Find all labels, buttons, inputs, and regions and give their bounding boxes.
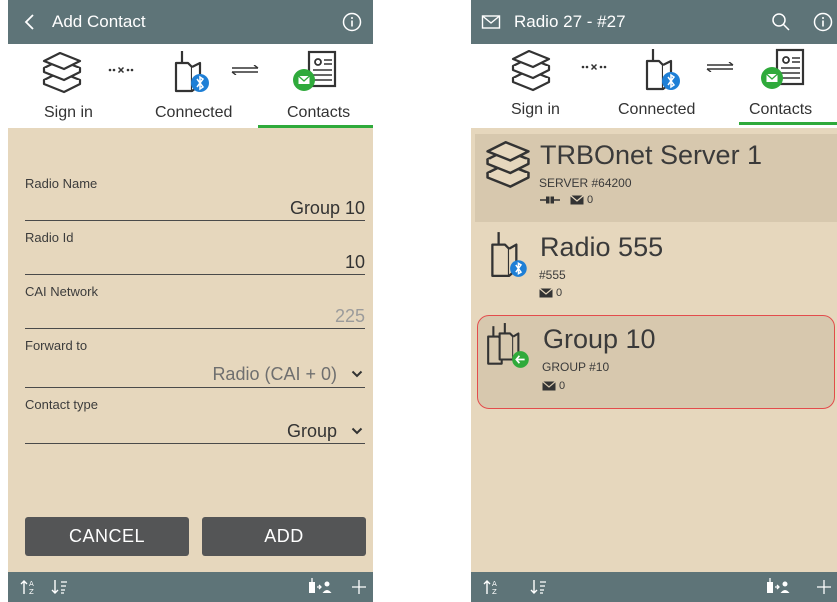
contact-meta: 0 bbox=[542, 380, 565, 392]
message-count: 0 bbox=[587, 194, 594, 206]
bottom-toolbar: A Z bbox=[8, 572, 373, 602]
search-icon[interactable] bbox=[769, 10, 793, 34]
mail-icon bbox=[542, 381, 556, 391]
radio-id-label: Radio Id bbox=[25, 230, 74, 245]
add-contact-icon[interactable] bbox=[307, 577, 333, 597]
radio-icon bbox=[491, 232, 527, 277]
contact-item-radio[interactable]: Radio 555 #555 0 bbox=[475, 224, 837, 310]
link-arrow-icon bbox=[231, 65, 259, 75]
sort-list-icon[interactable] bbox=[50, 577, 70, 597]
cai-network-input: 225 bbox=[334, 306, 365, 326]
step-signin[interactable]: Sign in bbox=[44, 104, 93, 122]
group-radios-icon bbox=[487, 323, 529, 368]
contact-meta: 0 bbox=[539, 287, 562, 299]
cancel-button[interactable]: CANCEL bbox=[25, 517, 189, 556]
link-arrow-icon bbox=[706, 62, 734, 72]
connection-steps: Sign in Connected Contacts bbox=[8, 44, 373, 128]
server-icon bbox=[486, 141, 530, 188]
bottom-toolbar: A Z bbox=[471, 572, 837, 602]
contact-item-group[interactable]: Group 10 GROUP #10 0 bbox=[477, 315, 835, 409]
radio-name-input[interactable]: Group 10 bbox=[290, 198, 365, 219]
page-title: Radio 27 - #27 bbox=[514, 12, 626, 31]
radio-id-input[interactable]: 10 bbox=[345, 252, 365, 273]
contact-subtitle: GROUP #10 bbox=[542, 360, 610, 374]
message-count: 0 bbox=[559, 380, 566, 392]
contact-name: TRBOnet Server 1 bbox=[540, 140, 763, 170]
connection-plug-icon bbox=[540, 196, 560, 204]
forward-to-underline bbox=[25, 387, 365, 388]
chevron-down-icon[interactable] bbox=[351, 368, 363, 380]
message-count: 0 bbox=[556, 287, 563, 299]
step-contacts[interactable]: Contacts bbox=[287, 104, 350, 122]
titlebar: Radio 27 - #27 bbox=[471, 0, 837, 44]
radio-icon bbox=[174, 51, 209, 93]
radio-icon bbox=[645, 49, 680, 91]
chevron-down-icon[interactable] bbox=[351, 425, 363, 437]
server-icon bbox=[511, 50, 551, 92]
contact-item-server[interactable]: TRBOnet Server 1 SERVER #64200 0 bbox=[475, 134, 837, 222]
server-icon bbox=[42, 52, 82, 94]
sort-list-icon[interactable] bbox=[529, 577, 549, 597]
mail-icon[interactable] bbox=[479, 10, 503, 34]
svg-text:A: A bbox=[492, 580, 497, 588]
contacts-card-icon bbox=[761, 48, 805, 89]
svg-text:Z: Z bbox=[492, 588, 497, 596]
contact-type-select[interactable]: Group bbox=[287, 421, 337, 442]
active-step-indicator bbox=[258, 125, 373, 128]
contact-subtitle: SERVER #64200 bbox=[539, 176, 632, 190]
cai-network-underline bbox=[25, 328, 365, 329]
contact-name: Radio 555 bbox=[540, 232, 664, 262]
contact-type-underline bbox=[25, 443, 365, 444]
radio-name-underline bbox=[25, 220, 365, 221]
svg-text:A: A bbox=[29, 580, 34, 588]
disconnected-link-icon bbox=[581, 63, 607, 71]
step-contacts[interactable]: Contacts bbox=[749, 101, 812, 119]
info-icon[interactable] bbox=[811, 10, 835, 34]
contact-meta: 0 bbox=[539, 194, 593, 206]
sort-alpha-icon[interactable]: A Z bbox=[19, 577, 39, 597]
svg-text:Z: Z bbox=[29, 588, 34, 596]
info-icon[interactable] bbox=[340, 10, 364, 34]
add-contact-icon[interactable] bbox=[765, 577, 791, 597]
add-contact-screen: Add Contact Sign in Connected Contacts R… bbox=[8, 0, 373, 602]
contacts-card-icon bbox=[293, 50, 337, 91]
forward-to-label: Forward to bbox=[25, 338, 88, 353]
contacts-screen: Radio 27 - #27 Sign in Connected Contact… bbox=[471, 0, 837, 602]
step-signin[interactable]: Sign in bbox=[511, 101, 560, 119]
connection-steps: Sign in Connected Contacts bbox=[471, 44, 837, 128]
forward-to-select[interactable]: Radio (CAI + 0) bbox=[212, 364, 337, 385]
sort-alpha-icon[interactable]: A Z bbox=[482, 577, 502, 597]
contact-subtitle: #555 bbox=[539, 268, 566, 282]
radio-id-underline bbox=[25, 274, 365, 275]
contact-name: Group 10 bbox=[543, 324, 656, 354]
plus-icon[interactable] bbox=[350, 577, 368, 597]
back-icon[interactable] bbox=[18, 10, 42, 34]
step-connected[interactable]: Connected bbox=[155, 104, 232, 122]
add-button[interactable]: ADD bbox=[202, 517, 366, 556]
plus-icon[interactable] bbox=[815, 577, 833, 597]
disconnected-link-icon bbox=[108, 66, 134, 74]
cai-network-label: CAI Network bbox=[25, 284, 98, 299]
radio-name-label: Radio Name bbox=[25, 176, 98, 191]
step-connected[interactable]: Connected bbox=[618, 101, 695, 119]
active-step-indicator bbox=[739, 122, 837, 125]
mail-icon bbox=[570, 195, 584, 205]
titlebar: Add Contact bbox=[8, 0, 373, 44]
contact-type-label: Contact type bbox=[25, 397, 98, 412]
page-title: Add Contact bbox=[52, 12, 146, 31]
mail-icon bbox=[539, 288, 553, 298]
